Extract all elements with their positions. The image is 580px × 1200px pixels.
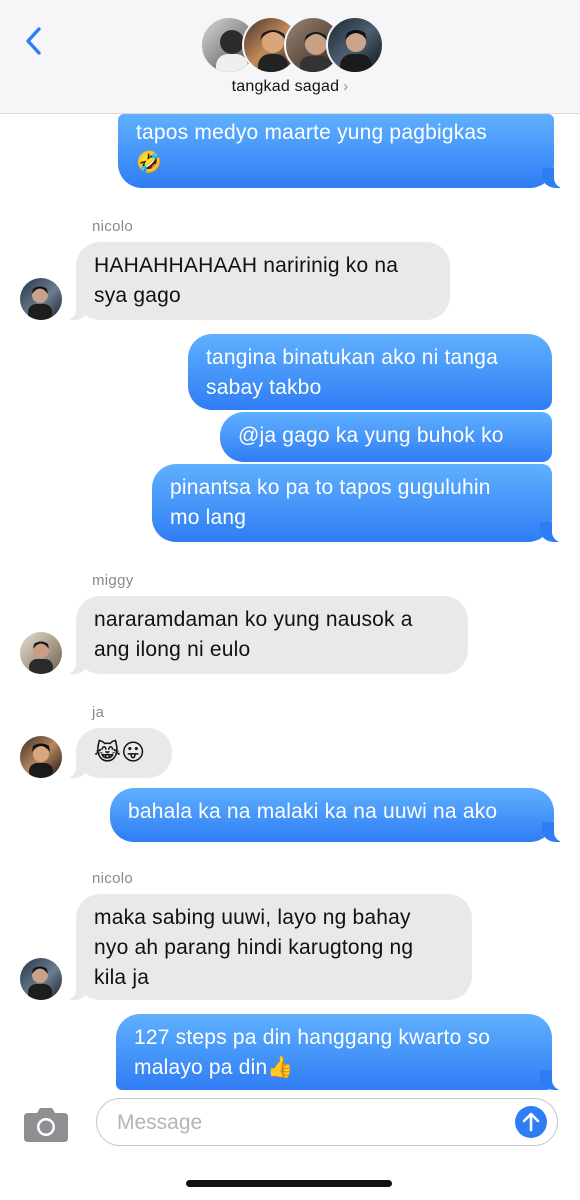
avatar[interactable] bbox=[20, 278, 62, 320]
conversation-header: tangkad sagad › bbox=[0, 0, 580, 114]
group-name[interactable]: tangkad sagad › bbox=[0, 78, 580, 96]
camera-button[interactable] bbox=[22, 1104, 70, 1144]
chevron-left-icon bbox=[26, 27, 41, 55]
chevron-right-icon: › bbox=[343, 78, 349, 95]
message-bubble-incoming[interactable]: maka sabing uuwi, layo ng bahay nyo ah p… bbox=[64, 894, 472, 1000]
message-bubble-outgoing[interactable]: bahala ka na malaki ka na uuwi na ako bbox=[110, 788, 566, 842]
message-input[interactable]: Message bbox=[96, 1098, 558, 1146]
home-indicator bbox=[186, 1180, 392, 1187]
message-input-placeholder: Message bbox=[117, 1111, 203, 1134]
avatar[interactable] bbox=[20, 958, 62, 1000]
message-bubble-outgoing[interactable]: 127 steps pa din hanggang kwarto so mala… bbox=[116, 1014, 564, 1090]
message-bubble-outgoing[interactable]: @ja gago ka yung buhok ko bbox=[220, 412, 552, 462]
message-bubble-incoming[interactable]: 😹😛 bbox=[64, 728, 172, 778]
message-bubble-incoming[interactable]: HAHAHHAHAAH naririnig ko na sya gago bbox=[64, 242, 450, 320]
avatar[interactable] bbox=[20, 632, 62, 674]
message-bubble-outgoing[interactable]: tangina binatukan ako ni tanga sabay tak… bbox=[188, 334, 552, 410]
back-button[interactable] bbox=[18, 24, 48, 58]
message-bubble-outgoing[interactable]: pinantsa ko pa to tapos guguluhin mo lan… bbox=[152, 464, 564, 542]
sender-name: nicolo bbox=[92, 870, 133, 887]
message-bubble-outgoing[interactable]: tapos medyo maarte yung pagbigkas 🤣 bbox=[118, 114, 566, 188]
send-button[interactable] bbox=[515, 1106, 547, 1138]
group-name-label: tangkad sagad bbox=[231, 78, 340, 95]
sender-name: ja bbox=[92, 704, 105, 721]
avatar[interactable] bbox=[20, 736, 62, 778]
sender-name: nicolo bbox=[92, 218, 133, 235]
avatar bbox=[326, 16, 384, 74]
message-bubble-incoming[interactable]: nararamdaman ko yung nausok a ang ilong … bbox=[64, 596, 468, 674]
group-avatars[interactable] bbox=[200, 16, 384, 74]
message-thread[interactable]: tapos medyo maarte yung pagbigkas 🤣 nico… bbox=[0, 114, 580, 1090]
camera-icon bbox=[24, 1108, 68, 1142]
sender-name: miggy bbox=[92, 572, 134, 589]
arrow-up-icon bbox=[522, 1112, 540, 1132]
